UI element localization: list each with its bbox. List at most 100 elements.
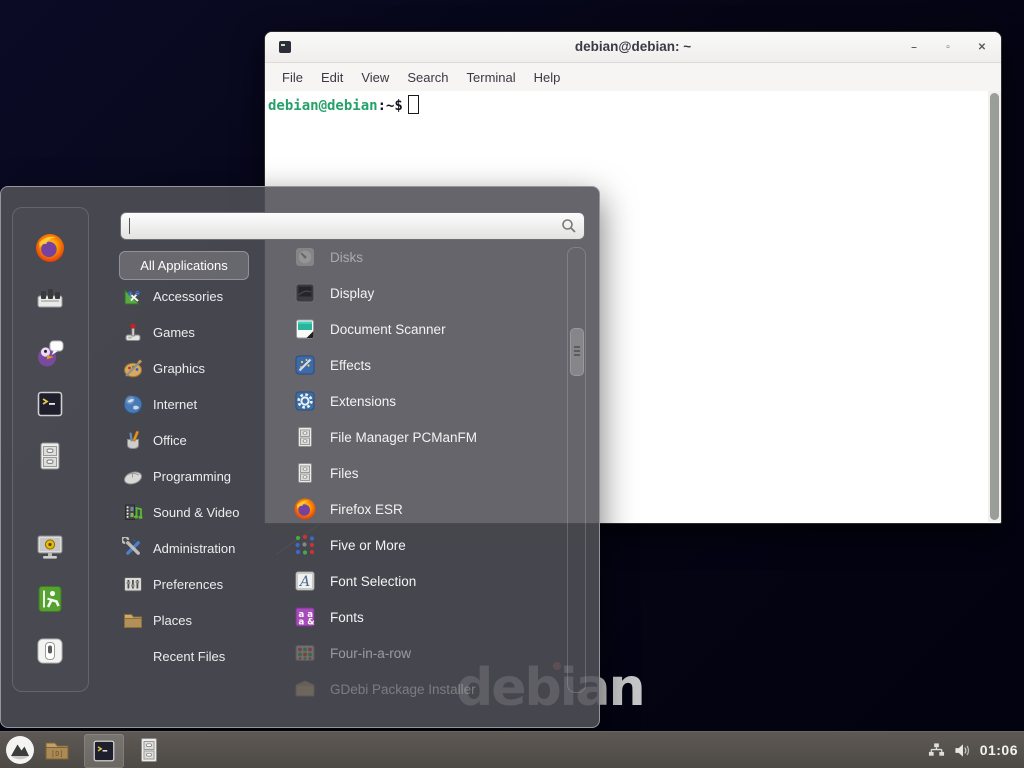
taskbar: [D] 01:06	[0, 731, 1024, 768]
menu-button[interactable]	[5, 735, 35, 765]
pidgin-messenger-icon[interactable]	[34, 336, 66, 368]
category-label: Graphics	[153, 361, 205, 376]
terminal-scrollbar[interactable]	[988, 91, 1001, 522]
extensions-icon	[293, 389, 317, 413]
app-row-fonts[interactable]: a aa & Fonts	[293, 603, 557, 631]
app-row-five-or-more[interactable]: Five or More	[293, 531, 557, 559]
app-row-firefox-esr[interactable]: Firefox ESR	[293, 495, 557, 523]
administration-icon	[122, 537, 144, 559]
shut-down-icon[interactable]	[34, 635, 66, 667]
category-places[interactable]: Places	[122, 608, 272, 632]
category-programming[interactable]: Programming	[122, 464, 272, 488]
firefox-icon[interactable]	[34, 232, 66, 264]
app-row-extensions[interactable]: Extensions	[293, 387, 557, 415]
search-icon	[561, 218, 577, 234]
category-accessories[interactable]: Accessories	[122, 284, 272, 308]
app-row-document-scanner[interactable]: Document Scanner	[293, 315, 557, 343]
network-icon[interactable]	[928, 742, 945, 759]
app-row-display[interactable]: Display	[293, 279, 557, 307]
app-label: Firefox ESR	[330, 502, 403, 517]
menu-search[interactable]: Search	[400, 67, 455, 88]
app-label: Four-in-a-row	[330, 646, 411, 661]
accessories-icon	[122, 285, 144, 307]
sound-video-icon	[122, 501, 144, 523]
gdebi-package-installer-icon	[293, 677, 317, 701]
terminal-window-title: debian@debian: ~	[265, 32, 1001, 62]
terminal-titlebar[interactable]: debian@debian: ~ – ▫ ✕	[265, 32, 1001, 63]
terminal-scrollbar-thumb[interactable]	[990, 93, 999, 520]
volume-icon[interactable]	[954, 742, 971, 759]
svg-text:a &: a &	[299, 618, 316, 628]
category-label: Administration	[153, 541, 235, 556]
app-row-effects[interactable]: Effects	[293, 351, 557, 379]
category-graphics[interactable]: Graphics	[122, 356, 272, 380]
menu-help[interactable]: Help	[527, 67, 568, 88]
app-row-file-manager-pcmanfm[interactable]: File Manager PCManFM	[293, 423, 557, 451]
document-scanner-icon	[293, 317, 317, 341]
file-cabinet-launcher-icon[interactable]	[135, 736, 163, 764]
svg-text:A: A	[298, 574, 310, 590]
category-label: Recent Files	[153, 649, 225, 664]
menu-terminal[interactable]: Terminal	[460, 67, 523, 88]
menu-scrollbar-thumb[interactable]	[570, 328, 584, 376]
file-cabinet-icon	[293, 425, 317, 449]
app-label: Fonts	[330, 610, 364, 625]
disks-icon	[293, 245, 317, 269]
lock-screen-icon[interactable]	[34, 531, 66, 563]
category-all-applications[interactable]: All Applications	[119, 251, 249, 280]
log-out-icon[interactable]	[34, 583, 66, 615]
folder-launcher-icon[interactable]: [D]	[43, 736, 71, 764]
app-label: Effects	[330, 358, 371, 373]
menu-favorites-panel	[12, 207, 89, 692]
terminal-cursor	[408, 95, 419, 114]
app-label: Document Scanner	[330, 322, 446, 337]
font-selection-icon: A	[293, 569, 317, 593]
category-label: Places	[153, 613, 192, 628]
app-row-disks[interactable]: Disks	[293, 243, 557, 271]
category-label: Office	[153, 433, 187, 448]
app-label: Disks	[330, 250, 363, 265]
category-recent-files[interactable]: Recent Files	[122, 644, 303, 668]
app-row-font-selection[interactable]: A Font Selection	[293, 567, 557, 595]
search-input[interactable]	[129, 215, 553, 237]
app-row-gdebi-package-installer[interactable]: GDebi Package Installer	[293, 675, 557, 703]
svg-text:[D]: [D]	[51, 750, 64, 758]
category-internet[interactable]: Internet	[122, 392, 272, 416]
category-games[interactable]: Games	[122, 320, 272, 344]
fonts-icon: a aa &	[293, 605, 317, 629]
category-administration[interactable]: Administration	[122, 536, 272, 560]
category-office[interactable]: Office	[122, 428, 272, 452]
terminal-launcher-icon[interactable]	[34, 388, 66, 420]
preferences-icon	[122, 573, 144, 595]
minimize-button[interactable]: –	[907, 42, 921, 53]
menu-scrollbar-track[interactable]	[567, 247, 586, 693]
menu-view[interactable]: View	[354, 67, 396, 88]
terminal-menubar: File Edit View Search Terminal Help	[265, 63, 1001, 92]
file-manager-icon[interactable]	[34, 440, 66, 472]
app-label: Font Selection	[330, 574, 416, 589]
taskbar-clock[interactable]: 01:06	[980, 742, 1018, 758]
graphics-icon	[122, 357, 144, 379]
app-label: Extensions	[330, 394, 396, 409]
display-icon	[293, 281, 317, 305]
taskbar-terminal-window-button[interactable]	[84, 734, 124, 768]
volume-mixer-icon[interactable]	[34, 284, 66, 316]
app-label: File Manager PCManFM	[330, 430, 477, 445]
four-in-a-row-icon	[293, 641, 317, 665]
category-sound-video[interactable]: Sound & Video	[122, 500, 272, 524]
category-preferences[interactable]: Preferences	[122, 572, 272, 596]
app-row-files[interactable]: Files	[293, 459, 557, 487]
maximize-button[interactable]: ▫	[941, 42, 955, 53]
category-label: Games	[153, 325, 195, 340]
app-label: Display	[330, 286, 374, 301]
programming-icon	[122, 465, 144, 487]
effects-icon	[293, 353, 317, 377]
menu-edit[interactable]: Edit	[314, 67, 350, 88]
app-row-four-in-a-row[interactable]: Four-in-a-row	[293, 639, 557, 667]
menu-file[interactable]: File	[275, 67, 310, 88]
internet-icon	[122, 393, 144, 415]
category-label: Programming	[153, 469, 231, 484]
office-icon	[122, 429, 144, 451]
category-label: Sound & Video	[153, 505, 240, 520]
close-button[interactable]: ✕	[975, 42, 989, 53]
